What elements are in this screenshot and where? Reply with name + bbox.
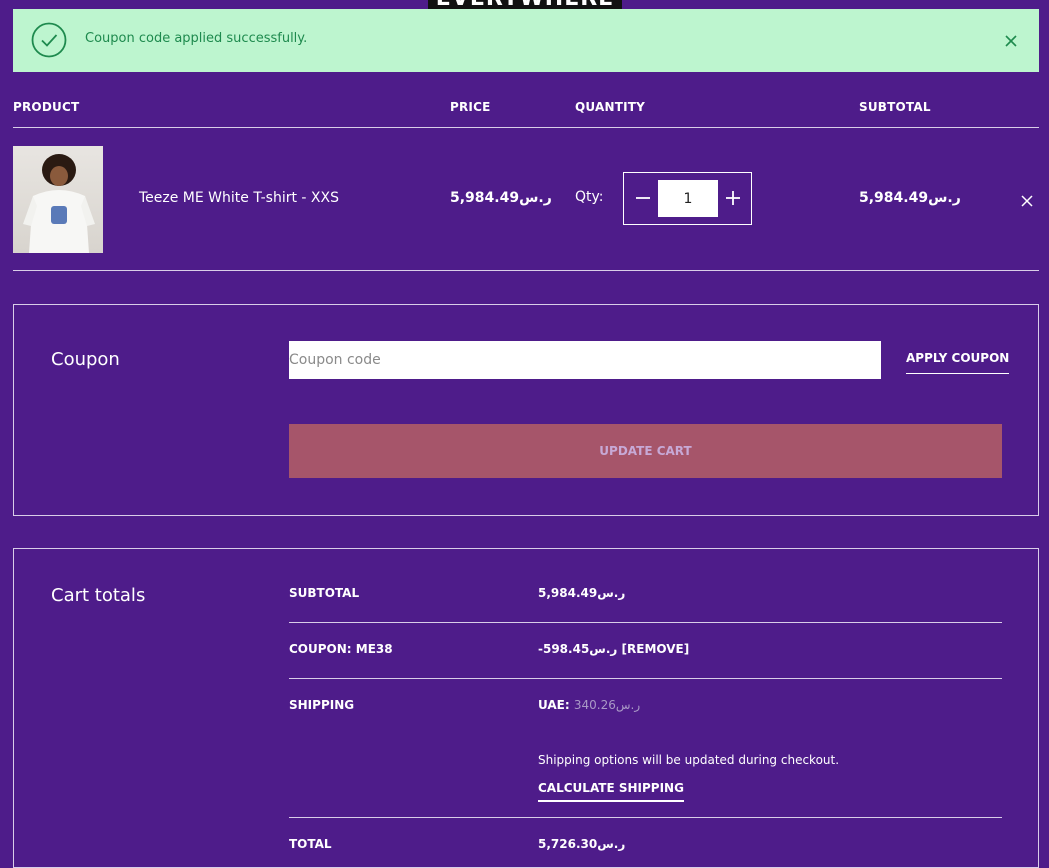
row-divider (13, 270, 1039, 271)
table-divider (13, 127, 1039, 128)
quantity-stepper (623, 172, 752, 225)
plus-icon[interactable] (722, 187, 744, 209)
coupon-panel: Coupon APPLY COUPON UPDATE CART (13, 304, 1039, 516)
quantity-input[interactable] (658, 180, 718, 217)
product-price: 5,984.49ر.س (450, 190, 552, 206)
product-image (23, 154, 95, 253)
shipping-label: SHIPPING (289, 698, 355, 712)
cart-totals-panel: Cart totals SUBTOTAL 5,984.49ر.س COUPON:… (13, 548, 1039, 868)
subtotal-value: 5,984.49ر.س (538, 586, 626, 600)
calculate-shipping-link[interactable]: CALCULATE SHIPPING (538, 781, 684, 802)
coupon-code-input[interactable] (289, 341, 881, 379)
shipping-value: UAE: 340.26ر.س (538, 698, 640, 712)
success-notice: Coupon code applied successfully. (13, 9, 1039, 72)
cart-totals-title: Cart totals (51, 585, 146, 606)
remove-coupon-link[interactable]: [REMOVE] (622, 642, 690, 656)
coupon-discount: -598.45ر.س [REMOVE] (538, 642, 689, 656)
coupon-discount-value: -598.45ر.س (538, 642, 618, 656)
totals-divider (289, 622, 1002, 623)
minus-icon[interactable] (632, 187, 654, 209)
site-logo[interactable]: EVERYWHERE (428, 0, 622, 9)
apply-coupon-button[interactable]: APPLY COUPON (906, 351, 1010, 374)
notice-message: Coupon code applied successfully. (85, 31, 308, 46)
product-thumbnail[interactable] (13, 146, 103, 253)
coupon-label: COUPON: ME38 (289, 642, 393, 656)
product-name-link[interactable]: Teeze ME White T-shirt - XXS (139, 190, 339, 206)
header-subtotal: SUBTOTAL (859, 100, 931, 114)
total-value: 5,726.30ر.س (538, 837, 626, 851)
totals-divider (289, 678, 1002, 679)
total-label: TOTAL (289, 837, 332, 851)
coupon-title: Coupon (51, 349, 120, 370)
check-circle-icon (31, 22, 67, 58)
subtotal-label: SUBTOTAL (289, 586, 360, 600)
totals-divider (289, 817, 1002, 818)
update-cart-button[interactable]: UPDATE CART (289, 424, 1002, 478)
shipping-cost: 340.26ر.س (573, 698, 641, 712)
site-logo-text: EVERYWHERE (428, 0, 622, 9)
shipping-note: Shipping options will be updated during … (538, 753, 840, 767)
shipping-region: UAE: (538, 698, 570, 712)
header-price: PRICE (450, 100, 491, 114)
remove-item-icon[interactable] (1020, 194, 1034, 208)
header-product: PRODUCT (13, 100, 80, 114)
qty-label: Qty: (575, 189, 604, 205)
line-subtotal: 5,984.49ر.س (859, 190, 961, 206)
header-quantity: QUANTITY (575, 100, 646, 114)
close-icon[interactable] (1003, 33, 1019, 49)
